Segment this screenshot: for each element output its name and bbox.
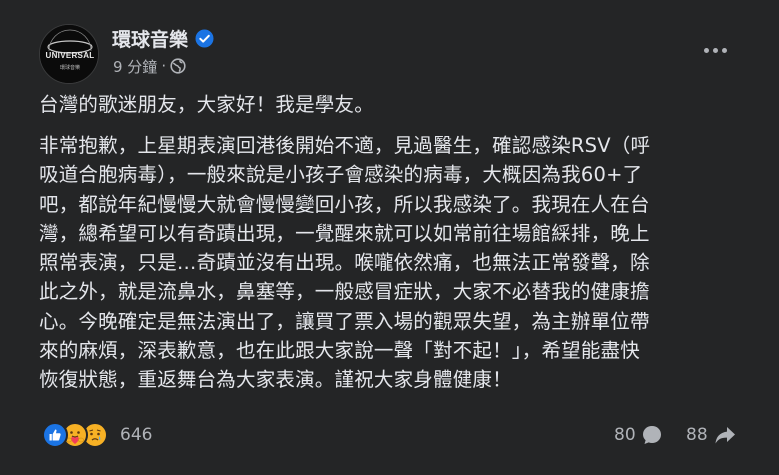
post-body: 非常抱歉，上星期表演回港後開始不適，見過醫生，確認感染RSV（呼 吸道合胞病毒）… (39, 131, 744, 395)
share-count: 88 (686, 425, 708, 445)
meta-separator: · (161, 57, 167, 75)
post-body-line: 來的麻煩，深表歉意，也在此跟大家說一聲「對不起！」，希望能盡快 (39, 339, 640, 363)
reaction-count: 646 (120, 425, 153, 445)
author-name[interactable]: 環球音樂 (112, 25, 188, 52)
reactions-summary[interactable]: 646 (42, 422, 152, 448)
verified-badge-icon (195, 29, 214, 48)
post-body-line: 吸道合胞病毒），一般來說是小孩子會感染的病毒，大概因為我60+了 (39, 163, 643, 187)
comments-count-button[interactable]: 80 (614, 422, 663, 448)
share-arrow-icon (715, 427, 735, 444)
avatar-sub-text: 環球音樂 (60, 64, 80, 71)
post-body-line: 心。今晚確定是無法演出了，讓買了票入場的觀眾失望，為主辦單位帶 (39, 309, 650, 333)
page-avatar[interactable]: UNIVERSAL 環球音樂 (39, 24, 99, 84)
more-dot-icon (703, 47, 709, 53)
post-body-line: 灣，總希望可以有奇蹟出現，一覺醒來就可以如常前往場館綵排，晚上 (39, 221, 650, 245)
globe-icon[interactable] (170, 58, 186, 74)
post-body-line: 吧，都說年紀慢慢大就會慢慢變回小孩，所以我感染了。我現在人在台 (39, 192, 650, 216)
post-body-line: 此之外，就是流鼻水，鼻塞等，一般感冒症狀，大家不必替我的健康擔 (39, 280, 650, 304)
post-body-line: 恢復狀態，重返舞台為大家表演。謹祝大家身體健康！ (39, 368, 512, 392)
more-dot-icon (712, 47, 718, 53)
author-row: 環球音樂 (112, 25, 214, 51)
shares-count-button[interactable]: 88 (686, 422, 737, 448)
post-greeting: 台灣的歌迷朋友，大家好！我是學友。 (39, 93, 374, 116)
post-body-line: 非常抱歉，上星期表演回港後開始不適，見過醫生，確認感染RSV（呼 (39, 134, 651, 157)
comment-count: 80 (614, 425, 636, 445)
universal-logo-icon: UNIVERSAL 環球音樂 (40, 25, 98, 83)
more-dot-icon (721, 47, 727, 53)
post-card: UNIVERSAL 環球音樂 環球音樂 9 分鐘 · 台灣的歌迷朋友，大家好！我… (0, 0, 779, 475)
post-timestamp[interactable]: 9 分鐘 (113, 56, 157, 77)
post-body-line: 照常表演，只是…奇蹟並沒有出現。喉嚨依然痛，也無法正常發聲，除 (39, 251, 650, 275)
more-options-button[interactable] (697, 36, 733, 64)
avatar-logo-text: UNIVERSAL (46, 51, 95, 60)
comment-icon (642, 426, 661, 444)
post-meta: 9 分鐘 · (113, 56, 186, 76)
like-icon (42, 422, 68, 448)
